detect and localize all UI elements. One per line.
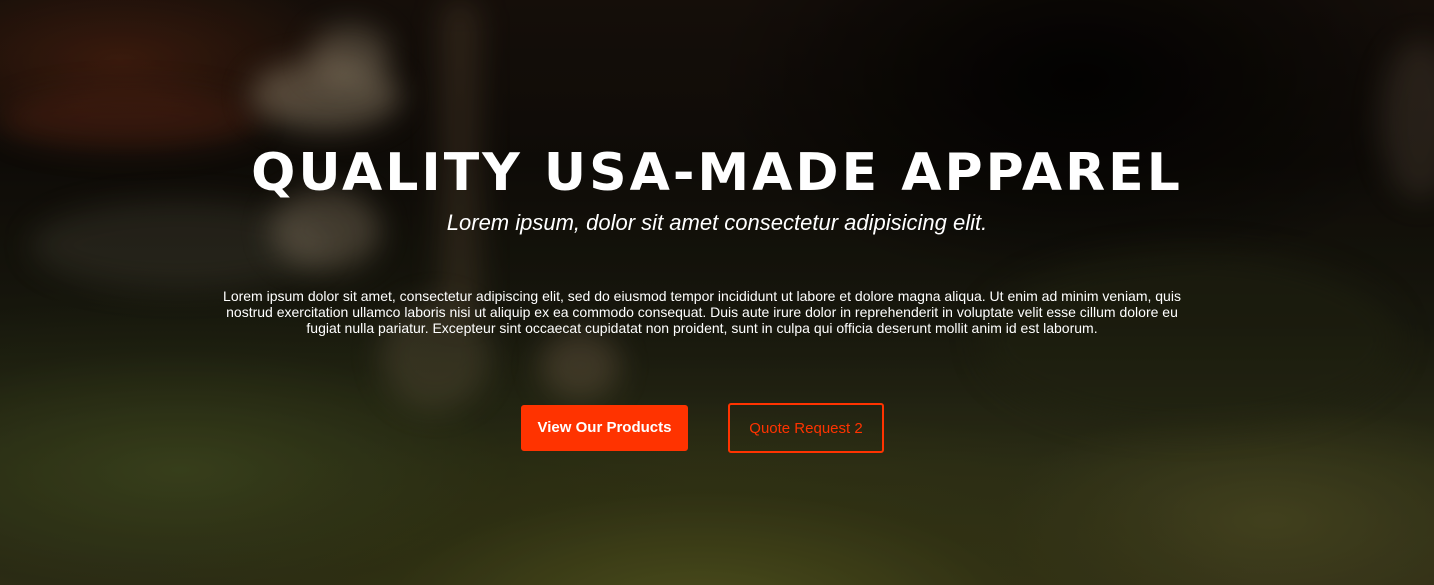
hero-body-text: Lorem ipsum dolor sit amet, consectetur …: [223, 288, 1181, 336]
hero-title: QUALITY USA-MADE APPAREL: [251, 143, 1183, 203]
view-products-button[interactable]: View Our Products: [521, 405, 688, 451]
quote-request-button[interactable]: Quote Request 2: [728, 403, 884, 453]
hero-section: QUALITY USA-MADE APPAREL Lorem ipsum, do…: [0, 0, 1434, 585]
hero-subtitle: Lorem ipsum, dolor sit amet consectetur …: [446, 210, 988, 235]
hero-content: QUALITY USA-MADE APPAREL Lorem ipsum, do…: [0, 0, 1434, 585]
